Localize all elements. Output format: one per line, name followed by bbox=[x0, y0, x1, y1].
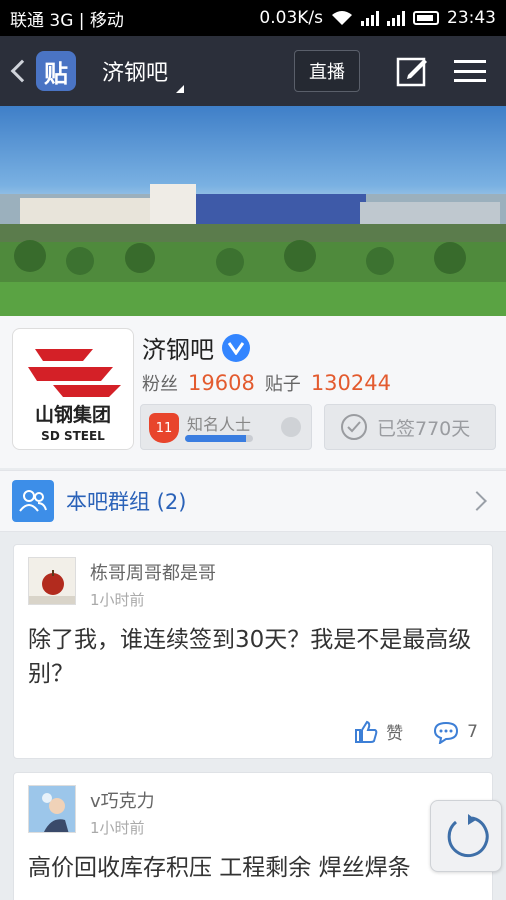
level-card[interactable]: 11 知名人士 bbox=[140, 404, 312, 450]
live-button[interactable]: 直播 bbox=[294, 50, 360, 92]
post-author-name[interactable]: v巧克力 bbox=[90, 787, 155, 813]
compose-button[interactable] bbox=[390, 49, 434, 93]
fans-count: 19608 bbox=[188, 371, 255, 395]
comment-button[interactable]: 7 bbox=[433, 720, 478, 744]
nav-title-text: 济钢吧 bbox=[102, 61, 169, 86]
dropdown-corner-icon bbox=[176, 85, 185, 93]
forum-switcher[interactable]: 济钢吧 bbox=[102, 55, 185, 93]
verified-icon bbox=[222, 333, 250, 362]
post-content[interactable]: 除了我，谁连续签到30天？我是不是最高级别？ bbox=[28, 623, 484, 691]
signal-icon bbox=[361, 10, 379, 26]
back-button[interactable]: 贴 bbox=[0, 36, 86, 106]
clock: 23:43 bbox=[447, 8, 496, 28]
refresh-button[interactable] bbox=[430, 800, 502, 872]
post-author-name[interactable]: 栋哥周哥都是哥 bbox=[90, 559, 216, 585]
signed-label: 已签770天 bbox=[377, 417, 471, 440]
fans-label: 粉丝 bbox=[142, 374, 178, 395]
level-title: 知名人士 bbox=[187, 415, 252, 434]
post-time: 1小时前 bbox=[90, 591, 145, 609]
post-card[interactable]: v巧克力 1小时前 高价回收库存积压 工程剩余 焊丝焊条 bbox=[13, 772, 493, 900]
post-card[interactable]: 栋哥周哥都是哥 1小时前 除了我，谁连续签到30天？我是不是最高级别？ 赞 7 bbox=[13, 544, 493, 759]
menu-icon bbox=[454, 60, 486, 82]
forum-stats: 粉丝 19608 贴子 130244 bbox=[142, 370, 391, 396]
check-circle-icon bbox=[341, 414, 367, 440]
status-bar: 联通 3G | 移动 0.03K/s 23:43 bbox=[0, 0, 506, 36]
post-time: 1小时前 bbox=[90, 819, 145, 837]
carrier-label: 联通 3G | 移动 bbox=[10, 10, 124, 31]
forum-name-text: 济钢吧 bbox=[142, 336, 214, 364]
forum-name: 济钢吧 bbox=[142, 330, 250, 365]
thumbs-up-icon bbox=[355, 720, 378, 743]
post-content[interactable]: 高价回收库存积压 工程剩余 焊丝焊条 bbox=[28, 851, 484, 885]
groups-label: 本吧群组 (2) bbox=[66, 490, 187, 514]
comment-count: 7 bbox=[467, 721, 478, 742]
posts-count: 130244 bbox=[310, 371, 391, 395]
forum-avatar[interactable]: 山钢集团 SD STEEL bbox=[12, 328, 134, 450]
signal-icon-2 bbox=[387, 10, 405, 26]
signed-in-button[interactable]: 已签770天 bbox=[324, 404, 496, 450]
menu-button[interactable] bbox=[448, 49, 492, 93]
logo-brand-en-text: SD STEEL bbox=[41, 429, 105, 443]
forum-profile-card: 山钢集团 SD STEEL 济钢吧 粉丝 19608 贴子 130244 11 … bbox=[0, 316, 506, 468]
forum-banner-image bbox=[0, 106, 506, 316]
posts-label: 贴子 bbox=[264, 374, 301, 395]
wifi-icon bbox=[332, 11, 352, 25]
level-badge: 11 bbox=[149, 413, 179, 443]
forum-groups-row[interactable]: 本吧群组 (2) bbox=[0, 470, 506, 532]
network-speed: 0.03K/s bbox=[259, 8, 323, 28]
like-label: 赞 bbox=[386, 724, 404, 744]
rocket-icon bbox=[281, 417, 301, 437]
sd-steel-logo: 山钢集团 SD STEEL bbox=[28, 349, 121, 443]
post-actions: 赞 7 bbox=[332, 719, 478, 744]
chevron-right-icon bbox=[467, 491, 487, 511]
tieba-logo-icon: 贴 bbox=[36, 51, 76, 91]
nav-bar: 贴 济钢吧 直播 bbox=[0, 36, 506, 106]
logo-brand-text: 山钢集团 bbox=[35, 403, 111, 426]
level-progress-bar bbox=[185, 435, 253, 442]
like-button[interactable]: 赞 bbox=[354, 719, 403, 744]
battery-icon bbox=[413, 11, 439, 25]
group-icon bbox=[12, 480, 54, 522]
post-author-avatar[interactable] bbox=[28, 785, 76, 833]
compose-icon bbox=[396, 57, 427, 87]
refresh-icon bbox=[447, 814, 489, 858]
back-chevron-icon bbox=[10, 59, 34, 83]
comment-icon bbox=[434, 721, 459, 744]
post-author-avatar[interactable] bbox=[28, 557, 76, 605]
